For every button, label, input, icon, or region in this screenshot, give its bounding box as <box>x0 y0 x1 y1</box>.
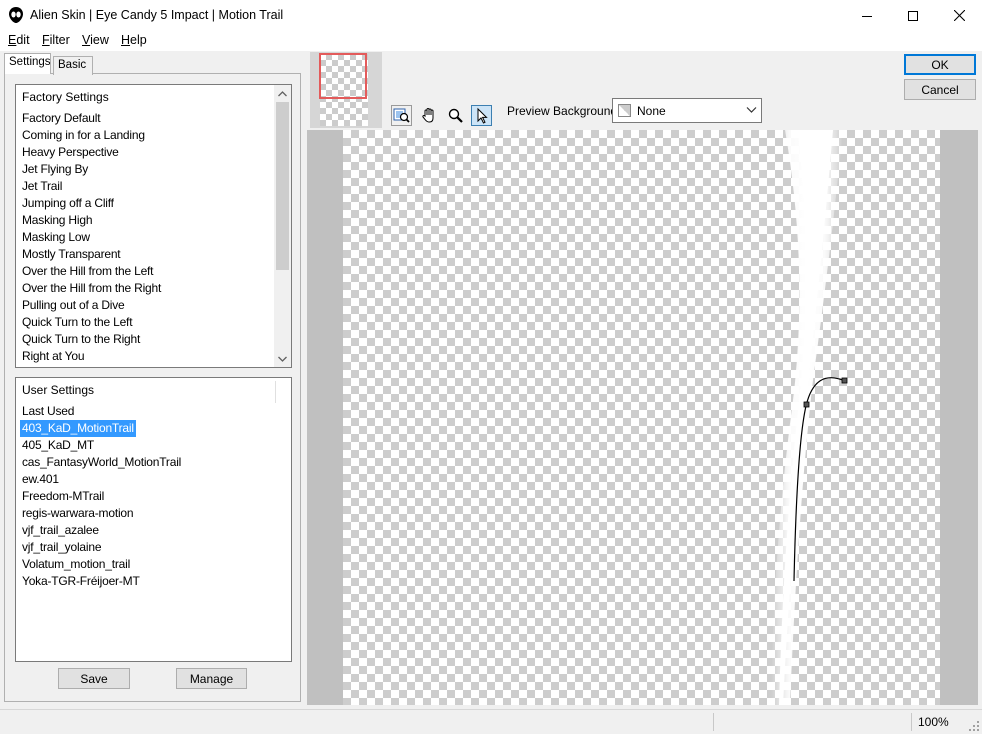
cancel-button[interactable]: Cancel <box>904 79 976 100</box>
preview-background-select[interactable]: None <box>612 98 762 123</box>
save-button[interactable]: Save <box>58 668 130 689</box>
tab-settings[interactable]: Settings <box>4 53 51 74</box>
menu-help-label: elp <box>130 33 147 47</box>
list-item[interactable]: Jumping off a Cliff <box>22 195 114 212</box>
hand-icon <box>422 107 434 123</box>
motion-trail-preview <box>771 130 848 705</box>
pointer-icon <box>477 107 488 124</box>
list-item[interactable]: Right at You <box>22 348 85 365</box>
list-item[interactable]: 405_KaD_MT <box>22 437 94 454</box>
column-divider <box>275 381 276 403</box>
menu-help[interactable]: Help <box>121 33 147 47</box>
preview-background-value: None <box>637 104 666 118</box>
list-item[interactable]: Last Used <box>22 403 74 420</box>
menu-bar: Edit Filter View Help <box>0 31 982 51</box>
chevron-up-icon <box>278 90 287 96</box>
user-settings-list[interactable]: User Settings Last Used 403_KaD_MotionTr… <box>15 377 292 662</box>
scroll-up-button[interactable] <box>274 85 291 102</box>
hand-tool-button[interactable] <box>419 105 440 126</box>
factory-settings-list[interactable]: Factory Settings Factory Default Coming … <box>15 84 292 368</box>
list-item[interactable]: Coming in for a Landing <box>22 127 145 144</box>
preview-background-label: Preview Background: <box>507 104 621 118</box>
menu-filter-mnemonic: F <box>42 33 50 47</box>
list-item[interactable]: Volatum_motion_trail <box>22 556 130 573</box>
list-item[interactable]: cas_FantasyWorld_MotionTrail <box>22 454 181 471</box>
list-item[interactable]: Mostly Transparent <box>22 246 121 263</box>
menu-filter[interactable]: Filter <box>42 33 70 47</box>
list-item[interactable]: Jet Flying By <box>22 161 88 178</box>
zoom-to-fit-icon <box>393 108 410 123</box>
scroll-down-button[interactable] <box>274 350 291 367</box>
menu-view[interactable]: View <box>82 33 109 47</box>
menu-edit[interactable]: Edit <box>8 33 30 47</box>
list-item[interactable]: Quick Turn to the Right <box>22 331 140 348</box>
list-item[interactable]: Over the Hill from the Left <box>22 263 154 280</box>
zoom-level: 100% <box>918 715 949 729</box>
transparent-swatch-icon <box>618 104 631 117</box>
menu-view-label: iew <box>90 33 109 47</box>
ok-button[interactable]: OK <box>904 54 976 75</box>
factory-list-scrollbar[interactable] <box>274 85 291 367</box>
list-item[interactable]: Factory Default <box>22 110 101 127</box>
curve-control-handle[interactable] <box>803 401 810 408</box>
resize-grip-icon[interactable] <box>968 720 980 732</box>
user-settings-header: User Settings <box>22 383 95 397</box>
list-item[interactable]: Quick Turn to the Left <box>22 314 133 331</box>
alien-skin-logo-icon <box>9 7 23 23</box>
minimize-icon <box>862 15 872 17</box>
maximize-button[interactable] <box>890 0 936 31</box>
list-item[interactable]: Jet Trail <box>22 178 62 195</box>
window-title: Alien Skin | Eye Candy 5 Impact | Motion… <box>30 8 284 22</box>
list-item[interactable]: Yoka-TGR-Fréijoer-MT <box>22 573 140 590</box>
list-item[interactable]: ew.401 <box>22 471 59 488</box>
navigator-view-rectangle[interactable] <box>319 53 367 99</box>
tab-basic[interactable]: Basic <box>53 56 93 75</box>
menu-view-mnemonic: V <box>82 33 91 47</box>
navigator-thumbnail[interactable] <box>310 52 382 128</box>
list-item[interactable]: vjf_trail_azalee <box>22 522 99 539</box>
scroll-thumb[interactable] <box>276 102 289 270</box>
preview-image[interactable] <box>343 130 940 705</box>
list-item-selected[interactable]: 403_KaD_MotionTrail <box>20 420 136 437</box>
zoom-to-fit-button[interactable] <box>391 105 412 126</box>
minimize-button[interactable] <box>844 0 890 31</box>
menu-edit-label: dit <box>16 33 30 47</box>
status-separator <box>911 713 912 731</box>
chevron-down-icon <box>746 107 757 113</box>
status-bar: 100% <box>0 709 982 734</box>
status-separator <box>713 713 714 731</box>
close-icon <box>953 10 965 21</box>
zoom-icon <box>448 108 463 123</box>
manage-button[interactable]: Manage <box>176 668 247 689</box>
list-item[interactable]: regis-warwara-motion <box>22 505 134 522</box>
menu-help-mnemonic: H <box>121 33 131 47</box>
title-bar: Alien Skin | Eye Candy 5 Impact | Motion… <box>0 0 982 31</box>
list-item[interactable]: Pulling out of a Dive <box>22 297 125 314</box>
list-item[interactable]: Over the Hill from the Right <box>22 280 161 297</box>
chevron-down-icon <box>278 356 287 362</box>
list-item[interactable]: Masking Low <box>22 229 90 246</box>
factory-settings-header: Factory Settings <box>22 90 109 104</box>
zoom-tool-button[interactable] <box>445 105 466 126</box>
preview-canvas[interactable] <box>307 130 978 705</box>
close-button[interactable] <box>936 0 982 31</box>
maximize-icon <box>908 10 918 21</box>
list-item[interactable]: Heavy Perspective <box>22 144 119 161</box>
list-item[interactable]: Freedom-MTrail <box>22 488 104 505</box>
curve-end-handle[interactable] <box>841 377 848 384</box>
list-item[interactable]: vjf_trail_yolaine <box>22 539 102 556</box>
menu-filter-label: ilter <box>49 33 70 47</box>
list-item[interactable]: Masking High <box>22 212 93 229</box>
pointer-tool-button[interactable] <box>471 105 492 126</box>
